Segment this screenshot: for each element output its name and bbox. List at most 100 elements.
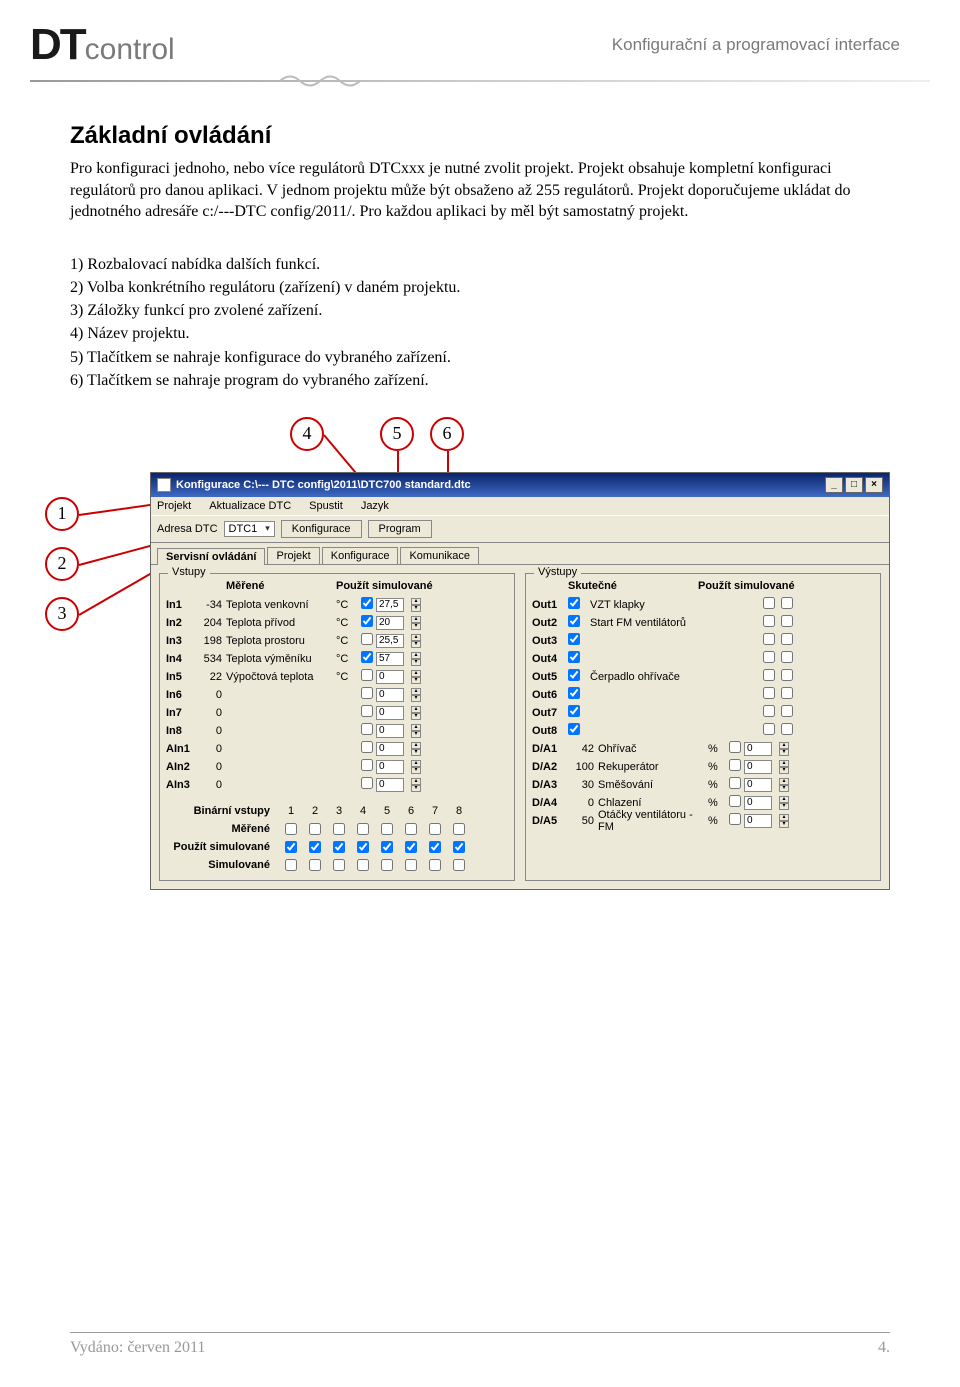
sim-input[interactable] bbox=[376, 634, 404, 648]
bin-checkbox[interactable] bbox=[308, 823, 322, 835]
out-checkbox[interactable] bbox=[568, 723, 580, 735]
addr-select[interactable]: DTC1 bbox=[224, 521, 275, 537]
out-checkbox[interactable] bbox=[568, 705, 580, 717]
out-sim-checkbox2[interactable] bbox=[781, 615, 793, 627]
bin-checkbox[interactable] bbox=[404, 859, 418, 871]
spinner[interactable]: ▴▾ bbox=[779, 742, 789, 756]
out-sim-checkbox[interactable] bbox=[763, 669, 775, 681]
out-checkbox[interactable] bbox=[568, 633, 580, 645]
out-sim-checkbox[interactable] bbox=[763, 705, 775, 717]
bin-checkbox[interactable] bbox=[284, 859, 298, 871]
spinner[interactable]: ▴▾ bbox=[411, 634, 421, 648]
bin-checkbox[interactable] bbox=[308, 859, 322, 871]
bin-checkbox[interactable] bbox=[356, 841, 370, 853]
sim-input[interactable] bbox=[376, 760, 404, 774]
spinner[interactable]: ▴▾ bbox=[411, 778, 421, 792]
out-sim-checkbox2[interactable] bbox=[781, 723, 793, 735]
bin-checkbox[interactable] bbox=[356, 823, 370, 835]
config-button[interactable]: Konfigurace bbox=[281, 520, 362, 538]
da-sim-checkbox[interactable] bbox=[729, 795, 741, 807]
out-sim-checkbox2[interactable] bbox=[781, 687, 793, 699]
sim-input[interactable] bbox=[376, 688, 404, 702]
sim-input[interactable] bbox=[376, 742, 404, 756]
menu-spustit[interactable]: Spustit bbox=[309, 500, 343, 512]
bin-checkbox[interactable] bbox=[452, 823, 466, 835]
maximize-button[interactable]: □ bbox=[845, 477, 863, 493]
bin-checkbox[interactable] bbox=[332, 859, 346, 871]
use-sim-checkbox[interactable] bbox=[361, 741, 373, 753]
out-checkbox[interactable] bbox=[568, 615, 580, 627]
sim-input[interactable] bbox=[376, 652, 404, 666]
bin-checkbox[interactable] bbox=[452, 859, 466, 871]
out-sim-checkbox2[interactable] bbox=[781, 597, 793, 609]
da-sim-checkbox[interactable] bbox=[729, 741, 741, 753]
sim-input[interactable] bbox=[376, 616, 404, 630]
bin-checkbox[interactable] bbox=[308, 841, 322, 853]
bin-checkbox[interactable] bbox=[380, 859, 394, 871]
out-sim-checkbox[interactable] bbox=[763, 651, 775, 663]
da-sim-input[interactable] bbox=[744, 742, 772, 756]
da-sim-input[interactable] bbox=[744, 778, 772, 792]
spinner[interactable]: ▴▾ bbox=[411, 616, 421, 630]
use-sim-checkbox[interactable] bbox=[361, 633, 373, 645]
bin-checkbox[interactable] bbox=[380, 823, 394, 835]
da-sim-input[interactable] bbox=[744, 814, 772, 828]
sim-input[interactable] bbox=[376, 778, 404, 792]
out-sim-checkbox[interactable] bbox=[763, 597, 775, 609]
use-sim-checkbox[interactable] bbox=[361, 777, 373, 789]
out-sim-checkbox[interactable] bbox=[763, 633, 775, 645]
da-sim-input[interactable] bbox=[744, 796, 772, 810]
tab-projekt[interactable]: Projekt bbox=[267, 547, 319, 564]
use-sim-checkbox[interactable] bbox=[361, 687, 373, 699]
bin-checkbox[interactable] bbox=[428, 841, 442, 853]
out-checkbox[interactable] bbox=[568, 669, 580, 681]
minimize-button[interactable]: _ bbox=[825, 477, 843, 493]
spinner[interactable]: ▴▾ bbox=[411, 598, 421, 612]
tab-konfigurace[interactable]: Konfigurace bbox=[322, 547, 399, 564]
spinner[interactable]: ▴▾ bbox=[411, 652, 421, 666]
use-sim-checkbox[interactable] bbox=[361, 597, 373, 609]
sim-input[interactable] bbox=[376, 706, 404, 720]
use-sim-checkbox[interactable] bbox=[361, 651, 373, 663]
out-sim-checkbox2[interactable] bbox=[781, 633, 793, 645]
da-sim-checkbox[interactable] bbox=[729, 813, 741, 825]
da-sim-input[interactable] bbox=[744, 760, 772, 774]
use-sim-checkbox[interactable] bbox=[361, 705, 373, 717]
bin-checkbox[interactable] bbox=[428, 859, 442, 871]
use-sim-checkbox[interactable] bbox=[361, 615, 373, 627]
spinner[interactable]: ▴▾ bbox=[411, 670, 421, 684]
out-sim-checkbox[interactable] bbox=[763, 615, 775, 627]
sim-input[interactable] bbox=[376, 670, 404, 684]
spinner[interactable]: ▴▾ bbox=[411, 724, 421, 738]
menu-jazyk[interactable]: Jazyk bbox=[361, 500, 389, 512]
spinner[interactable]: ▴▾ bbox=[411, 706, 421, 720]
menu-aktualizace[interactable]: Aktualizace DTC bbox=[209, 500, 291, 512]
spinner[interactable]: ▴▾ bbox=[411, 760, 421, 774]
out-sim-checkbox2[interactable] bbox=[781, 705, 793, 717]
use-sim-checkbox[interactable] bbox=[361, 723, 373, 735]
spinner[interactable]: ▴▾ bbox=[779, 814, 789, 828]
bin-checkbox[interactable] bbox=[428, 823, 442, 835]
bin-checkbox[interactable] bbox=[332, 823, 346, 835]
tab-servisni[interactable]: Servisní ovládání bbox=[157, 548, 265, 565]
out-sim-checkbox[interactable] bbox=[763, 723, 775, 735]
use-sim-checkbox[interactable] bbox=[361, 759, 373, 771]
out-sim-checkbox[interactable] bbox=[763, 687, 775, 699]
tab-komunikace[interactable]: Komunikace bbox=[400, 547, 479, 564]
sim-input[interactable] bbox=[376, 598, 404, 612]
spinner[interactable]: ▴▾ bbox=[411, 742, 421, 756]
bin-checkbox[interactable] bbox=[452, 841, 466, 853]
bin-checkbox[interactable] bbox=[356, 859, 370, 871]
out-checkbox[interactable] bbox=[568, 597, 580, 609]
close-button[interactable]: × bbox=[865, 477, 883, 493]
out-checkbox[interactable] bbox=[568, 651, 580, 663]
menu-projekt[interactable]: Projekt bbox=[157, 500, 191, 512]
bin-checkbox[interactable] bbox=[404, 841, 418, 853]
spinner[interactable]: ▴▾ bbox=[779, 796, 789, 810]
out-sim-checkbox2[interactable] bbox=[781, 651, 793, 663]
bin-checkbox[interactable] bbox=[404, 823, 418, 835]
spinner[interactable]: ▴▾ bbox=[779, 778, 789, 792]
bin-checkbox[interactable] bbox=[380, 841, 394, 853]
bin-checkbox[interactable] bbox=[332, 841, 346, 853]
out-sim-checkbox2[interactable] bbox=[781, 669, 793, 681]
